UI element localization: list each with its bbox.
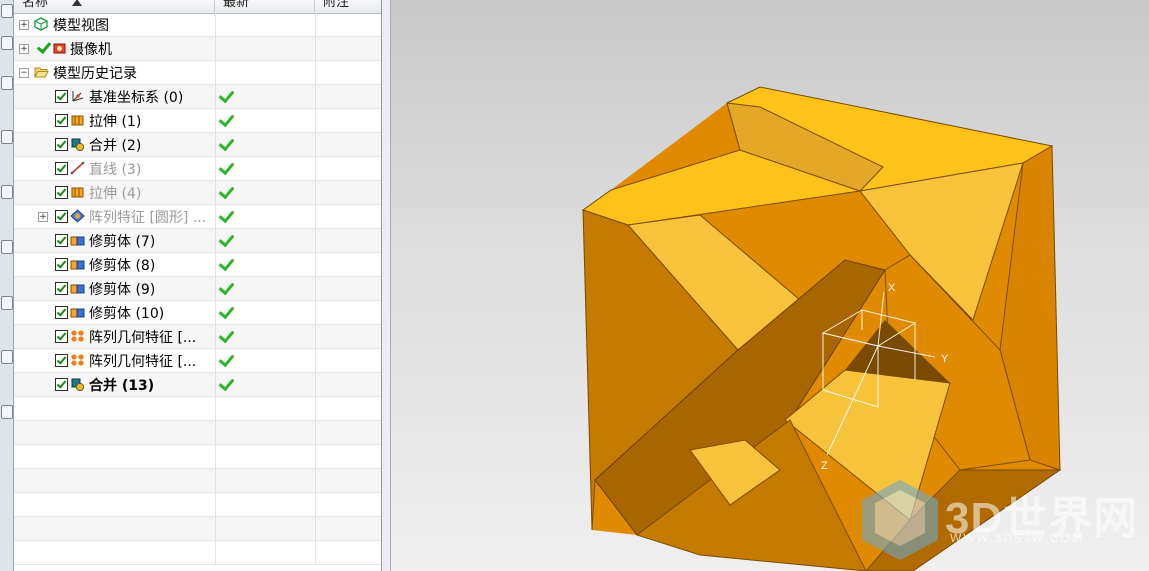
tree-node-camera[interactable]: + 摄像机 <box>14 37 381 61</box>
unite-icon <box>71 138 85 151</box>
collapse-icon[interactable]: − <box>19 68 29 78</box>
feature-row[interactable]: 修剪体 (9) <box>14 277 381 301</box>
unite-icon <box>71 378 85 391</box>
trim-body-icon <box>70 260 85 270</box>
tree-node-model-views[interactable]: + 模型视图 <box>14 13 381 37</box>
latest-check-icon <box>218 254 235 272</box>
feature-row[interactable]: 拉伸 (4) <box>14 181 381 205</box>
latest-check-icon <box>218 374 235 392</box>
pattern-geometry-icon <box>71 354 84 366</box>
left-resource-bar <box>0 0 14 571</box>
latest-check-icon <box>218 134 235 152</box>
camera-icon <box>53 43 66 54</box>
toolbar-icon[interactable] <box>1 36 13 50</box>
latest-check-icon <box>218 158 235 176</box>
latest-check-icon <box>218 326 235 344</box>
toolbar-icon[interactable] <box>1 185 13 199</box>
latest-check-icon <box>218 278 235 296</box>
model-views-icon <box>34 17 48 31</box>
empty-row <box>14 445 381 469</box>
expand-icon[interactable]: + <box>19 20 29 30</box>
extrude-icon <box>71 115 84 126</box>
feature-checkbox[interactable] <box>55 258 68 271</box>
toolbar-icon[interactable] <box>1 296 13 310</box>
empty-row <box>14 469 381 493</box>
navigator-header: 名称 最新 附注 <box>14 0 381 14</box>
latest-check-icon <box>218 86 235 104</box>
feature-checkbox[interactable] <box>55 306 68 319</box>
feature-checkbox[interactable] <box>55 162 68 175</box>
open-folder-icon <box>34 67 49 78</box>
toolbar-icon[interactable] <box>1 130 13 144</box>
trim-body-icon <box>70 284 85 294</box>
trim-body-icon <box>70 236 85 246</box>
feature-checkbox[interactable] <box>55 114 68 127</box>
feature-row[interactable]: 拉伸 (1) <box>14 109 381 133</box>
sort-ascending-icon <box>72 0 82 6</box>
feature-checkbox[interactable] <box>55 330 68 343</box>
feature-checkbox[interactable] <box>55 282 68 295</box>
feature-row[interactable]: 修剪体 (8) <box>14 253 381 277</box>
pattern-geometry-icon <box>71 330 84 342</box>
visible-check-icon[interactable] <box>36 38 52 55</box>
toolbar-icon[interactable] <box>1 350 13 364</box>
empty-row <box>14 541 381 565</box>
column-latest-header[interactable]: 最新 <box>215 0 315 13</box>
feature-checkbox[interactable] <box>55 354 68 367</box>
toolbar-icon[interactable] <box>1 76 13 90</box>
latest-check-icon <box>218 182 235 200</box>
feature-checkbox[interactable] <box>55 90 68 103</box>
tree-node-model-history[interactable]: − 模型历史记录 <box>14 61 381 85</box>
latest-check-icon <box>218 230 235 248</box>
pattern-feature-icon <box>70 209 85 223</box>
feature-checkbox[interactable] <box>55 138 68 151</box>
empty-row <box>14 397 381 421</box>
feature-row[interactable]: 修剪体 (10) <box>14 301 381 325</box>
expand-icon[interactable]: + <box>19 44 29 54</box>
line-icon <box>70 161 85 175</box>
feature-row[interactable]: 直线 (3) <box>14 157 381 181</box>
feature-row[interactable]: 合并 (13) <box>14 373 381 397</box>
latest-check-icon <box>218 350 235 368</box>
toolbar-icon[interactable] <box>1 4 13 18</box>
expand-icon[interactable]: + <box>38 212 48 222</box>
empty-row <box>14 517 381 541</box>
trim-body-icon <box>70 308 85 318</box>
feature-checkbox[interactable] <box>55 186 68 199</box>
feature-row[interactable]: + 阵列特征 [圆形] ... <box>14 205 381 229</box>
toolbar-icon[interactable] <box>1 405 13 419</box>
empty-row <box>14 421 381 445</box>
feature-checkbox[interactable] <box>55 210 68 223</box>
feature-checkbox[interactable] <box>55 378 68 391</box>
extrude-icon <box>71 187 84 198</box>
latest-check-icon <box>218 206 235 224</box>
column-note-header[interactable]: 附注 <box>315 0 381 13</box>
watermark-url: WWW.3DSJW.COM <box>950 531 1084 545</box>
feature-row[interactable]: 阵列几何特征 [... <box>14 349 381 373</box>
feature-row[interactable]: 基准坐标系 (0) <box>14 85 381 109</box>
datum-csys-icon <box>72 91 84 102</box>
latest-check-icon <box>218 110 235 128</box>
empty-row <box>14 493 381 517</box>
panel-splitter[interactable] <box>382 0 391 571</box>
toolbar-icon[interactable] <box>1 240 13 254</box>
feature-row[interactable]: 阵列几何特征 [... <box>14 325 381 349</box>
column-name-header[interactable]: 名称 <box>14 0 215 13</box>
feature-row[interactable]: 修剪体 (7) <box>14 229 381 253</box>
part-navigator: 名称 最新 附注 + 模型视图 + 摄像机 − 模型历史记录 基准坐标系 (0)… <box>14 0 382 571</box>
feature-row[interactable]: 合并 (2) <box>14 133 381 157</box>
feature-checkbox[interactable] <box>55 234 68 247</box>
latest-check-icon <box>218 302 235 320</box>
